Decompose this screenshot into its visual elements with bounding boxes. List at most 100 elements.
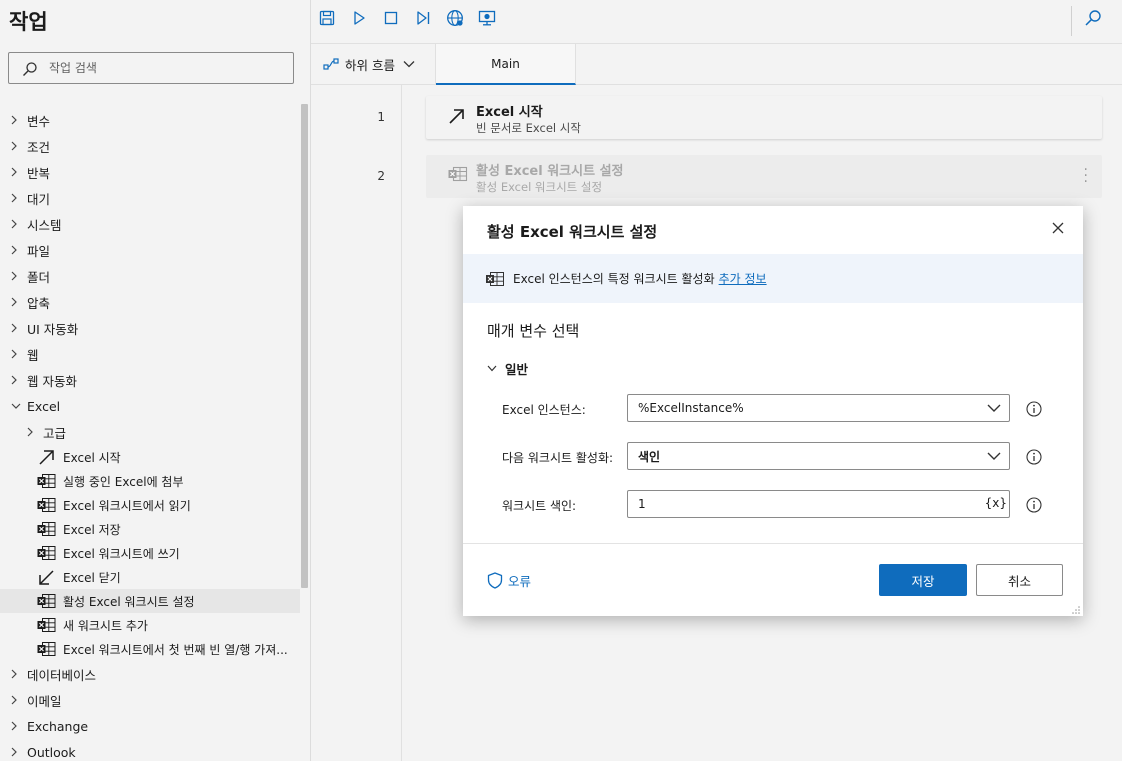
desktop-recorder-button[interactable] [477, 10, 497, 30]
search-icon [22, 61, 38, 81]
chevron-right-icon [10, 374, 22, 386]
action-category[interactable]: Outlook [0, 739, 300, 761]
close-button[interactable] [1050, 222, 1066, 238]
variable-picker-button[interactable]: {x} [985, 496, 1007, 510]
action-category[interactable]: 데이터베이스 [0, 661, 300, 687]
run-button[interactable] [349, 10, 369, 30]
web-recorder-button[interactable] [445, 10, 465, 30]
flow-step-launch-excel[interactable]: Excel 시작 빈 문서로 Excel 시작 [426, 96, 1102, 139]
stop-icon [383, 10, 399, 30]
action-item[interactable]: Excel 워크시트에 쓰기 [0, 541, 300, 565]
activate-worksheet-with-value: 색인 [638, 449, 661, 464]
errors-label: 오류 [508, 574, 532, 589]
step-title: 활성 Excel 워크시트 설정 [476, 164, 624, 179]
action-category[interactable]: 시스템 [0, 211, 300, 237]
excel-instance-value: %ExcelInstance% [638, 401, 744, 415]
action-category[interactable]: 변수 [0, 107, 300, 133]
excel-sheet-icon [37, 473, 56, 489]
actions-scrollbar-thumb[interactable] [301, 104, 308, 588]
chevron-right-icon [10, 192, 22, 204]
tree-item-label: 웹 자동화 [27, 373, 77, 389]
subflows-dropdown[interactable]: 하위 흐름 [311, 44, 436, 84]
action-item[interactable]: Excel 닫기 [0, 565, 300, 589]
stop-button[interactable] [381, 10, 401, 30]
resize-grip-icon[interactable] [1071, 604, 1081, 614]
desktop-recorder-icon [478, 9, 496, 31]
tree-item-label: 시스템 [27, 217, 62, 233]
save-button[interactable] [317, 10, 337, 30]
action-category[interactable]: 웹 [0, 341, 300, 367]
action-category[interactable]: Exchange [0, 713, 300, 739]
tree-item-label: 반복 [27, 165, 51, 181]
section-general-toggle[interactable]: 일반 [487, 359, 528, 378]
run-icon [351, 10, 367, 30]
actions-search-box[interactable] [8, 52, 294, 84]
step-icon [415, 10, 431, 30]
action-category-excel[interactable]: Excel [0, 393, 300, 419]
more-options-icon[interactable]: · · · [1084, 163, 1088, 189]
cancel-button[interactable]: 취소 [976, 564, 1063, 596]
arrow-up-right-icon [448, 107, 466, 129]
action-item[interactable]: Excel 시작 [0, 445, 300, 469]
actions-pane: 작업 변수조건반복대기시스템파일폴더압축 UI 자동화웹웹 자동화 Excel 고급 E… [0, 0, 311, 761]
action-item[interactable]: Excel 워크시트에서 첫 번째 빈 열/행 가져... [0, 637, 300, 661]
chevron-right-icon [10, 668, 22, 680]
action-category[interactable]: 조건 [0, 133, 300, 159]
tree-item-label: 대기 [27, 191, 51, 207]
line-number: 1 [377, 110, 385, 124]
action-category[interactable]: 파일 [0, 237, 300, 263]
chevron-right-icon [10, 720, 22, 732]
more-info-link[interactable]: 추가 정보 [719, 270, 767, 287]
step-title: Excel 시작 [476, 105, 543, 120]
info-icon[interactable] [1026, 401, 1042, 417]
chevron-down-icon [987, 450, 1001, 464]
activate-worksheet-with-label: 다음 워크시트 활성화: [502, 451, 614, 465]
action-item[interactable]: Excel 워크시트에서 읽기 [0, 493, 300, 517]
worksheet-index-input[interactable]: 1 {x} [627, 490, 1010, 518]
chevron-right-icon [10, 244, 22, 256]
excel-sheet-icon [37, 497, 56, 513]
worksheet-index-value: 1 [638, 497, 646, 511]
tree-item-label: 고급 [43, 425, 67, 441]
section-general-label: 일반 [505, 362, 529, 377]
tree-item-label: 폴더 [27, 269, 51, 285]
action-subcategory-advanced[interactable]: 고급 [0, 419, 300, 445]
action-category[interactable]: 웹 자동화 [0, 367, 300, 393]
action-item[interactable]: Excel 저장 [0, 517, 300, 541]
subflows-label: 하위 흐름 [345, 57, 395, 73]
subflow-icon [323, 57, 339, 71]
chevron-down-icon [10, 400, 22, 412]
designer-toolbar [311, 0, 1122, 44]
tree-item-label: Outlook [27, 744, 76, 760]
chevron-right-icon [10, 140, 22, 152]
action-category[interactable]: UI 자동화 [0, 315, 300, 341]
save-icon [319, 10, 335, 30]
action-tree: 변수 조건반복대기시스템파일폴더압축 UI 자동화 웹웹 자동화 Excel 고급 Exce… [0, 107, 300, 761]
action-category[interactable]: 대기 [0, 185, 300, 211]
flow-step-set-active-worksheet[interactable]: 활성 Excel 워크시트 설정 활성 Excel 워크시트 설정 · · · [426, 155, 1102, 198]
chevron-right-icon [10, 348, 22, 360]
step-description: 활성 Excel 워크시트 설정 [476, 180, 603, 194]
activate-worksheet-with-select[interactable]: 색인 [627, 442, 1010, 470]
action-category[interactable]: 폴더 [0, 263, 300, 289]
next-step-button[interactable] [413, 10, 433, 30]
action-item[interactable]: 활성 Excel 워크시트 설정 [0, 589, 300, 613]
tab-main[interactable]: Main [436, 44, 576, 85]
action-category[interactable]: 압축 [0, 289, 300, 315]
actions-search-input[interactable] [49, 59, 279, 77]
search-flow-button[interactable] [1083, 10, 1103, 30]
errors-button[interactable]: 오류 [487, 571, 531, 590]
dialog-info-text: Excel 인스턴스의 특정 워크시트 활성화 [513, 272, 715, 286]
save-button[interactable]: 저장 [879, 564, 967, 596]
action-item[interactable]: 실행 중인 Excel에 첨부 [0, 469, 300, 493]
action-item[interactable]: 새 워크시트 추가 [0, 613, 300, 637]
info-icon[interactable] [1026, 497, 1042, 513]
action-category[interactable]: 반복 [0, 159, 300, 185]
tree-item-label: Excel 시작 [63, 450, 121, 465]
chevron-right-icon [26, 426, 38, 438]
dialog-info-banner: Excel 인스턴스의 특정 워크시트 활성화 추가 정보 [463, 254, 1083, 303]
excel-instance-select[interactable]: %ExcelInstance% [627, 394, 1010, 422]
action-category[interactable]: 이메일 [0, 687, 300, 713]
info-icon[interactable] [1026, 449, 1042, 465]
shield-icon [487, 572, 503, 589]
